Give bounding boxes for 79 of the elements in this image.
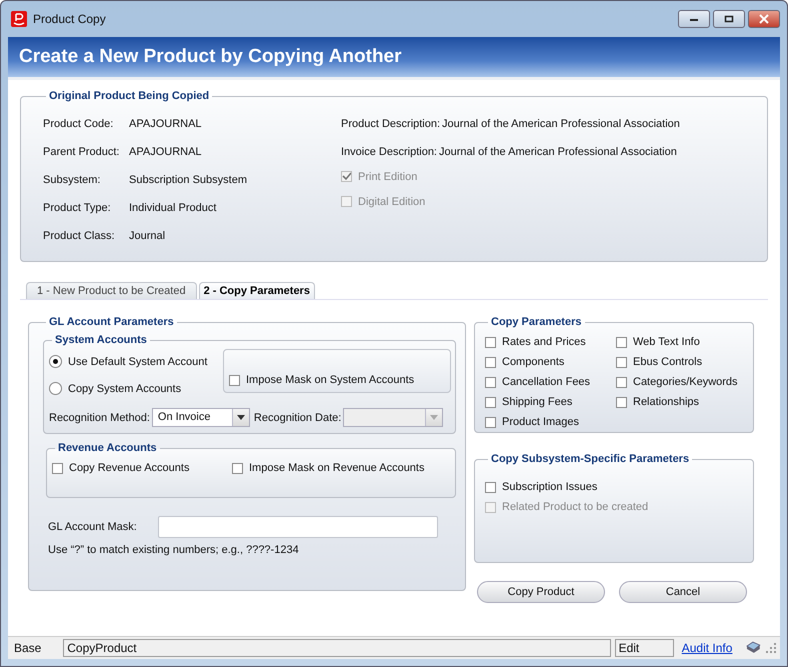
checkbox-label: Rates and Prices xyxy=(502,336,586,348)
field-label: Subsystem: xyxy=(43,174,102,186)
window-title: Product Copy xyxy=(33,12,107,26)
field-label: GL Account Mask: xyxy=(47,521,138,533)
checkbox-label: Web Text Info xyxy=(633,336,700,348)
field-value: Journal xyxy=(129,230,166,242)
app-logo-icon xyxy=(11,11,27,27)
field-label: Product Type: xyxy=(43,202,112,214)
group-title: System Accounts xyxy=(54,334,148,346)
radio-button[interactable] xyxy=(49,355,62,368)
field-value: APAJOURNAL xyxy=(129,118,202,130)
dropdown-arrow-icon xyxy=(430,415,438,420)
group-title: Original Product Being Copied xyxy=(48,90,210,102)
checkbox-label: Related Product to be created xyxy=(502,501,648,513)
checkbox-label: Subscription Issues xyxy=(502,481,598,493)
field-value: Individual Product xyxy=(129,202,216,214)
radio-button[interactable] xyxy=(49,382,62,395)
checkbox[interactable] xyxy=(616,396,627,408)
checkbox-label: Relationships xyxy=(633,396,700,408)
checkbox[interactable] xyxy=(616,356,627,368)
field-value: APAJOURNAL xyxy=(129,146,202,158)
field-value: Subscription Subsystem xyxy=(129,174,247,186)
field-label: Invoice Description: xyxy=(341,146,437,158)
minimize-icon xyxy=(689,16,699,22)
checkbox[interactable] xyxy=(229,375,240,386)
checkbox-label: Cancellation Fees xyxy=(502,376,590,388)
close-button[interactable] xyxy=(748,10,780,28)
copy-product-button[interactable]: Copy Product xyxy=(477,581,605,603)
field-label: Product Description: xyxy=(341,118,440,130)
checkbox[interactable] xyxy=(485,416,496,428)
checkbox-label: Copy Revenue Accounts xyxy=(69,462,190,474)
dropdown-arrow-icon xyxy=(236,415,245,420)
checkbox-label: Components xyxy=(502,356,564,368)
tab[interactable]: 1 - New Product to be Created xyxy=(26,282,197,299)
checkbox-label: Shipping Fees xyxy=(502,396,572,408)
hint-text: Use “?” to match existing numbers; e.g., ????-1234 xyxy=(47,544,300,556)
checkbox[interactable] xyxy=(485,356,496,368)
field-value: Journal of the American Professional Association xyxy=(439,146,677,158)
field-label: Parent Product: xyxy=(43,146,120,158)
checkbox-label: Impose Mask on System Accounts xyxy=(246,374,414,386)
cancel-button[interactable]: Cancel xyxy=(619,581,747,603)
audit-info-link[interactable]: Audit Info xyxy=(682,641,732,655)
checkbox-label: Categories/Keywords xyxy=(633,376,738,388)
field-label: Product Code: xyxy=(43,118,114,130)
checkbox[interactable] xyxy=(616,376,627,388)
checkbox[interactable] xyxy=(485,482,496,492)
minimize-button[interactable] xyxy=(678,10,710,28)
group-title: Revenue Accounts xyxy=(57,442,158,454)
field-label: Recognition Date: xyxy=(254,412,342,424)
field-label: Product Class: xyxy=(43,230,116,242)
resize-grip-icon[interactable] xyxy=(766,643,776,653)
group-title: Copy Subsystem-Specific Parameters xyxy=(490,453,690,465)
status-text: Base xyxy=(13,641,42,655)
checkbox[interactable] xyxy=(616,336,627,348)
field-value: Journal of the American Professional Association xyxy=(442,118,680,130)
close-icon xyxy=(758,14,770,24)
status-panel: Edit xyxy=(614,639,674,657)
checkbox[interactable] xyxy=(52,462,63,474)
checkbox-label: Ebus Controls xyxy=(633,356,702,368)
checkbox[interactable] xyxy=(232,462,243,474)
recognition-method-dropdown[interactable]: On Invoice xyxy=(152,408,250,427)
maximize-icon xyxy=(724,15,734,23)
checkbox-label: Digital Edition xyxy=(358,196,426,208)
radio-label: Copy System Accounts xyxy=(68,382,182,394)
group-title: GL Account Parameters xyxy=(48,316,175,328)
page-title: Create a New Product by Copying Another xyxy=(19,46,402,68)
checkbox-label: Print Edition xyxy=(358,170,418,182)
status-panel: CopyProduct xyxy=(63,639,611,657)
checkbox[interactable] xyxy=(485,336,496,348)
tab[interactable]: 2 - Copy Parameters xyxy=(198,282,315,299)
gl-account-mask-field[interactable] xyxy=(158,516,438,538)
radio-label: Use Default System Account xyxy=(68,356,208,368)
checkbox-label: Impose Mask on Revenue Accounts xyxy=(249,462,424,474)
field-label: Recognition Method: xyxy=(49,412,150,424)
checkbox[interactable] xyxy=(485,396,496,408)
maximize-button[interactable] xyxy=(713,10,745,28)
checkbox-label: Product Images xyxy=(502,416,580,428)
group-title: Copy Parameters xyxy=(490,316,582,328)
checkbox[interactable] xyxy=(485,376,496,388)
